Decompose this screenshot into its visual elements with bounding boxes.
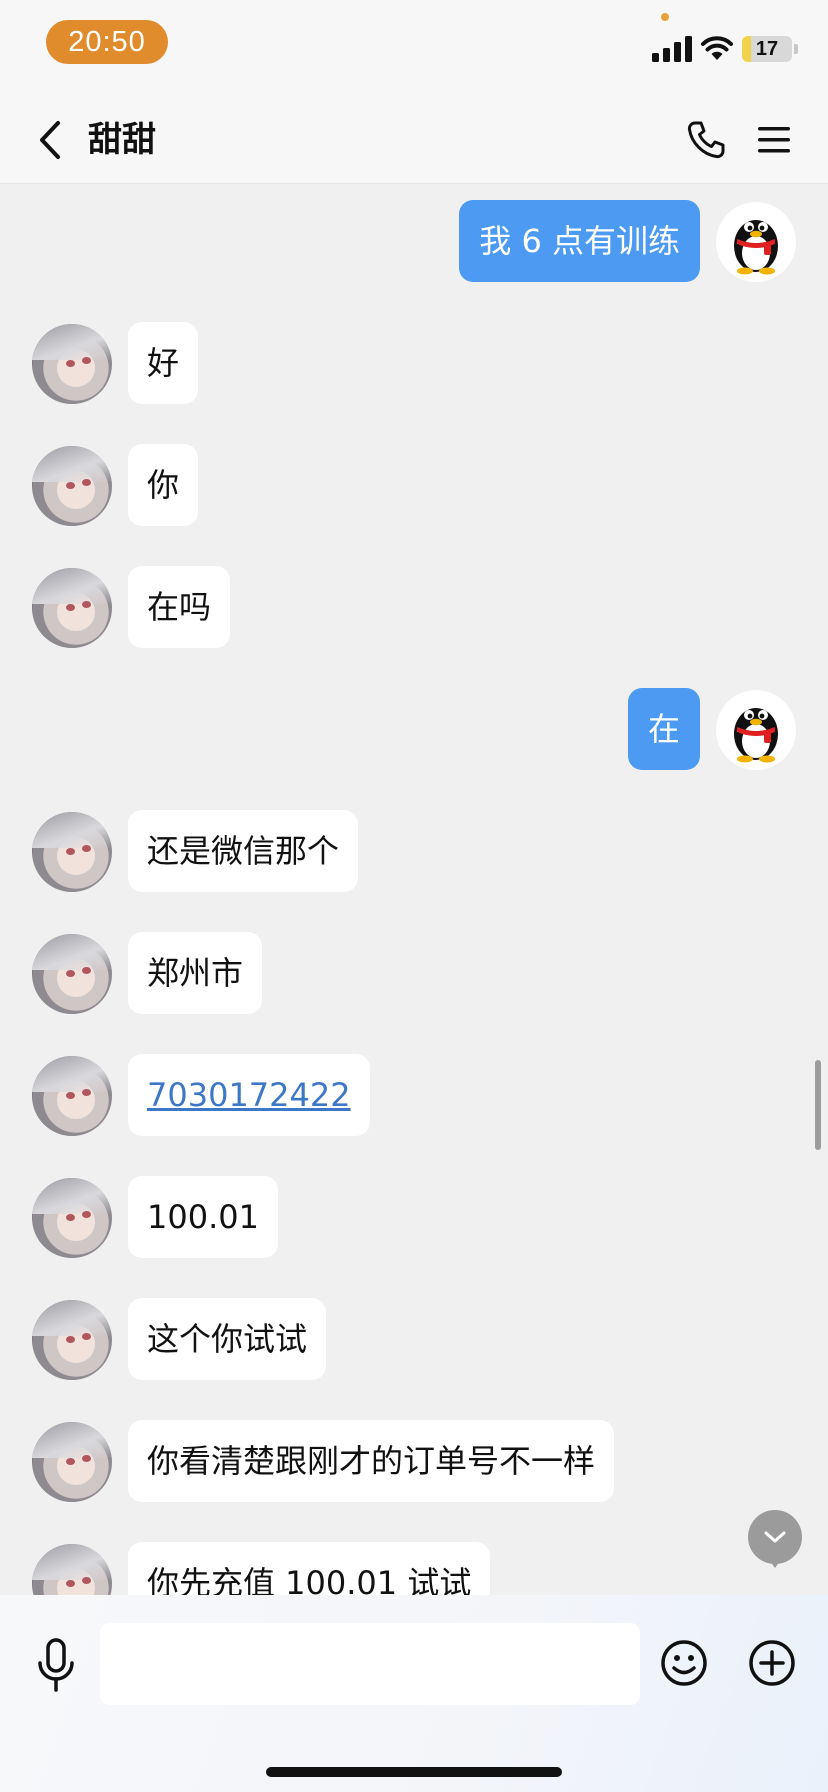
avatar-eye	[82, 845, 91, 852]
cellular-signal-icon	[652, 36, 692, 62]
wifi-icon	[701, 36, 733, 60]
contact-avatar[interactable]	[32, 1544, 112, 1595]
avatar-hair	[32, 812, 112, 848]
phone-icon	[687, 121, 725, 159]
contact-avatar[interactable]	[32, 812, 112, 892]
plus-icon	[749, 1640, 795, 1686]
scroll-to-bottom-button[interactable]	[748, 1510, 802, 1564]
message-row-received: 100.01	[0, 1176, 828, 1260]
privacy-dot-icon	[661, 13, 669, 21]
phone-number-link[interactable]: 7030172422	[147, 1076, 351, 1114]
more-actions-button[interactable]	[746, 1637, 798, 1689]
back-button[interactable]	[22, 112, 78, 168]
chat-screen: 20:50 17 甜甜 我 6 点有训练 好 你 在吗 在 还是微信那个 郑州市…	[0, 0, 828, 1792]
message-row-sent: 在	[0, 688, 828, 772]
avatar-hair	[32, 934, 112, 970]
message-bubble[interactable]: 你先充值 100.01 试试	[128, 1542, 491, 1595]
message-row-received: 你先充值 100.01 试试	[0, 1542, 828, 1595]
contact-avatar[interactable]	[32, 1178, 112, 1258]
avatar-eye	[66, 604, 75, 611]
chevron-down-icon	[764, 1531, 786, 1543]
avatar-eye	[82, 479, 91, 486]
battery-cap	[794, 44, 798, 54]
message-bubble[interactable]: 你看清楚跟刚才的订单号不一样	[128, 1420, 615, 1502]
avatar-eye	[66, 1458, 75, 1465]
message-bubble[interactable]: 还是微信那个	[128, 810, 359, 892]
avatar-hair	[32, 568, 112, 604]
input-bar	[0, 1595, 828, 1792]
avatar-eye	[66, 1214, 75, 1221]
avatar-hair	[32, 1544, 112, 1580]
status-time: 20:50	[46, 20, 168, 64]
avatar-eye	[82, 1577, 91, 1584]
chevron-left-icon	[40, 121, 60, 159]
avatar-eye	[82, 1211, 91, 1218]
message-bubble[interactable]: 在吗	[128, 566, 231, 648]
message-bubble[interactable]: 郑州市	[128, 932, 263, 1014]
avatar-eye	[82, 357, 91, 364]
avatar-eye	[66, 848, 75, 855]
message-bubble[interactable]: 在	[627, 688, 700, 770]
contact-avatar[interactable]	[32, 1300, 112, 1380]
avatar-hair	[32, 446, 112, 482]
avatar-eye	[82, 1455, 91, 1462]
microphone-icon	[38, 1638, 74, 1692]
contact-avatar[interactable]	[32, 446, 112, 526]
message-bubble[interactable]: 100.01	[128, 1176, 278, 1258]
scrollbar[interactable]	[815, 1060, 821, 1150]
avatar-eye	[82, 967, 91, 974]
menu-button[interactable]	[748, 114, 800, 166]
penguin-icon	[734, 220, 778, 275]
avatar-eye	[66, 1336, 75, 1343]
battery-level: 17	[755, 37, 779, 60]
message-bubble[interactable]: 我 6 点有训练	[459, 200, 700, 282]
message-input[interactable]	[100, 1623, 640, 1705]
home-indicator[interactable]	[266, 1767, 562, 1777]
call-button[interactable]	[680, 114, 732, 166]
avatar-eye	[66, 482, 75, 489]
nav-bar: 甜甜	[0, 96, 828, 184]
voice-button[interactable]	[30, 1633, 82, 1697]
avatar-hair	[32, 1056, 112, 1092]
emoji-button[interactable]	[658, 1637, 710, 1689]
contact-avatar[interactable]	[32, 568, 112, 648]
message-row-received: 7030172422	[0, 1054, 828, 1138]
message-row-received: 郑州市	[0, 932, 828, 1016]
message-row-received: 好	[0, 322, 828, 406]
avatar-eye	[66, 360, 75, 367]
avatar-eye	[66, 970, 75, 977]
message-row-received: 你看清楚跟刚才的订单号不一样	[0, 1420, 828, 1504]
message-row-received: 这个你试试	[0, 1298, 828, 1382]
contact-avatar[interactable]	[32, 1056, 112, 1136]
message-row-received: 还是微信那个	[0, 810, 828, 894]
menu-icon	[758, 127, 790, 153]
message-row-received: 在吗	[0, 566, 828, 650]
smiley-icon	[661, 1640, 707, 1686]
my-avatar[interactable]	[716, 202, 796, 282]
battery-icon: 17	[742, 36, 792, 62]
message-bubble[interactable]: 这个你试试	[128, 1298, 327, 1380]
chat-title: 甜甜	[88, 120, 156, 160]
avatar-eye	[82, 601, 91, 608]
status-bar: 20:50 17	[0, 0, 828, 96]
avatar-hair	[32, 1178, 112, 1214]
avatar-hair	[32, 1422, 112, 1458]
message-bubble: 7030172422	[128, 1054, 370, 1136]
message-row-received: 你	[0, 444, 828, 528]
avatar-hair	[32, 324, 112, 360]
message-list[interactable]: 我 6 点有训练 好 你 在吗 在 还是微信那个 郑州市 7030172422 …	[0, 185, 828, 1595]
penguin-icon	[734, 708, 778, 763]
avatar-hair	[32, 1300, 112, 1336]
contact-avatar[interactable]	[32, 934, 112, 1014]
contact-avatar[interactable]	[32, 324, 112, 404]
message-row-sent: 我 6 点有训练	[0, 200, 828, 284]
avatar-eye	[82, 1333, 91, 1340]
my-avatar[interactable]	[716, 690, 796, 770]
message-bubble[interactable]: 你	[128, 444, 199, 526]
message-bubble[interactable]: 好	[128, 322, 199, 404]
avatar-eye	[66, 1092, 75, 1099]
avatar-eye	[66, 1580, 75, 1587]
contact-avatar[interactable]	[32, 1422, 112, 1502]
avatar-eye	[82, 1089, 91, 1096]
